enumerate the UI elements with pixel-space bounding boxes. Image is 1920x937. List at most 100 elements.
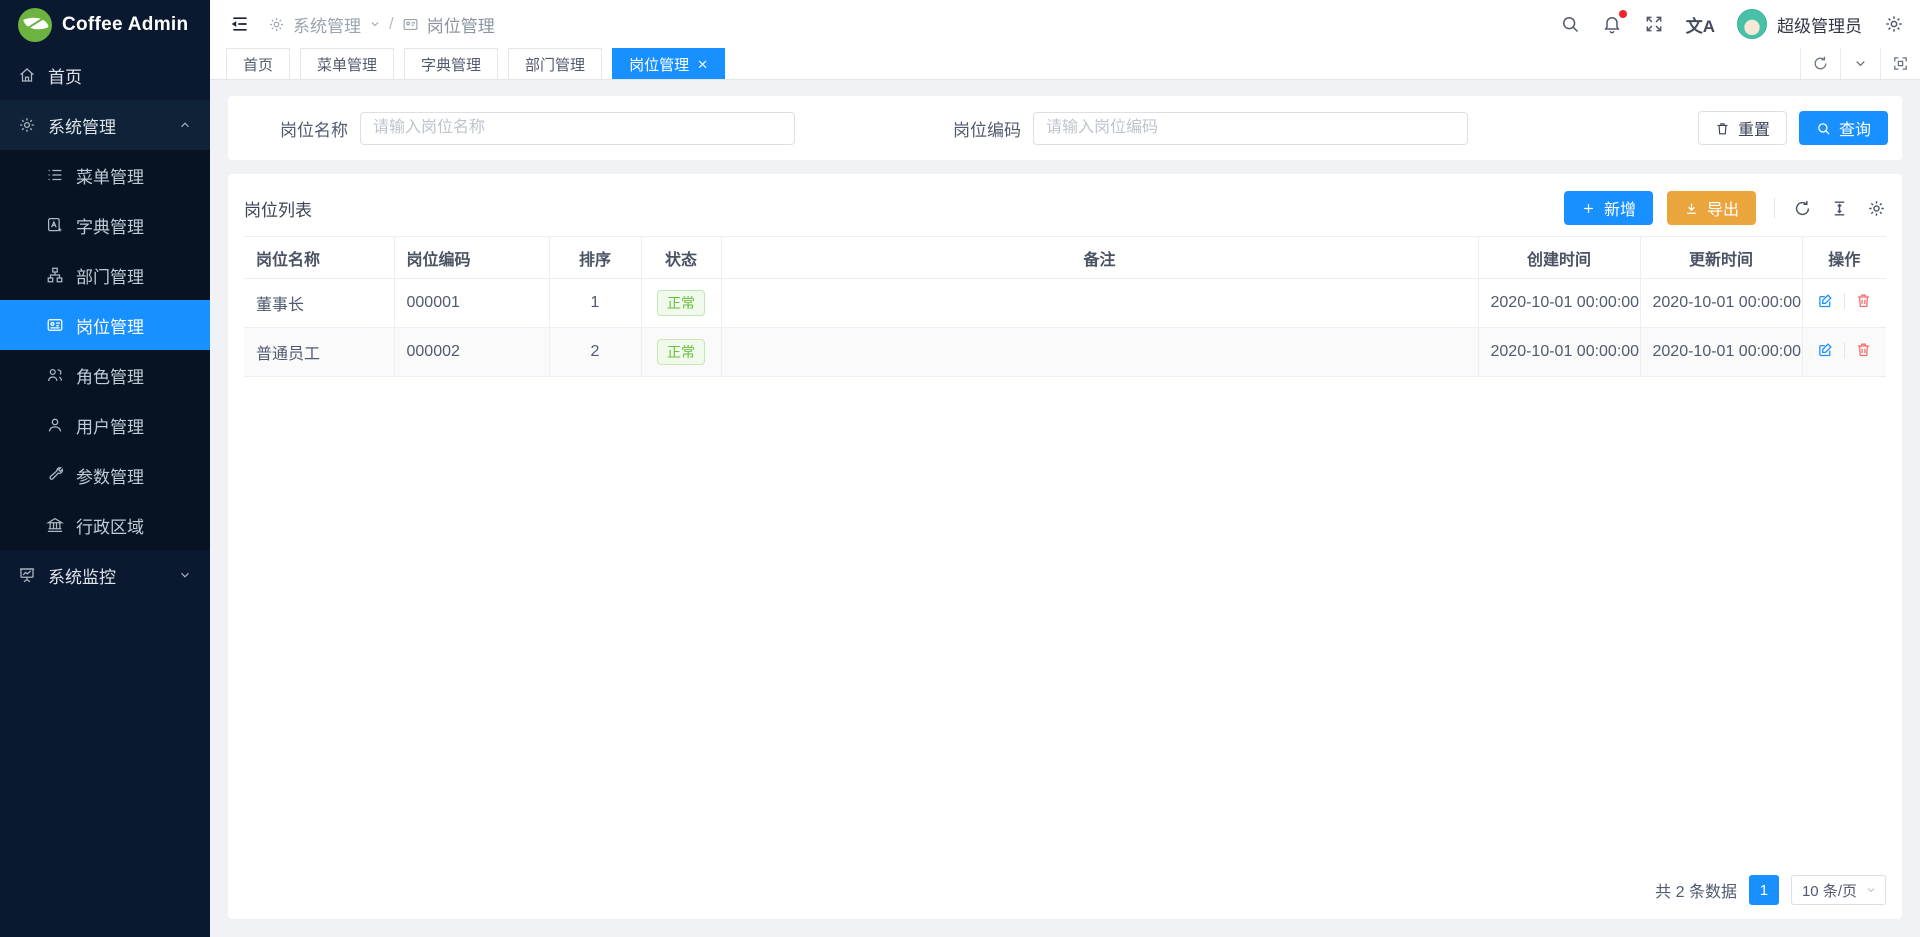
breadcrumb-parent[interactable]: 系统管理 <box>293 12 361 37</box>
sidebar-item-param-management[interactable]: 参数管理 <box>0 450 210 500</box>
app-logo[interactable]: Coffee Admin <box>0 0 210 50</box>
sidebar-item-label: 系统监控 <box>48 563 116 588</box>
search-icon[interactable] <box>1560 14 1580 34</box>
cell-created: 2020-10-01 00:00:00 <box>1478 279 1640 328</box>
cell-ops <box>1802 279 1886 328</box>
sidebar-item-post-management[interactable]: 岗位管理 <box>0 300 210 350</box>
col-post-name: 岗位名称 <box>244 237 394 279</box>
main-area: 系统管理 / 岗位管理 文A 超级管理员 <box>210 0 1920 937</box>
app-title: Coffee Admin <box>62 14 188 36</box>
tab-dept-management[interactable]: 部门管理 <box>508 48 602 79</box>
tag-tabs: 首页 菜单管理 字典管理 部门管理 岗位管理 ✕ <box>210 48 1800 79</box>
col-post-code: 岗位编码 <box>394 237 549 279</box>
cell-post-name: 董事长 <box>244 279 394 328</box>
sidebar-item-admin-region[interactable]: 行政区域 <box>0 500 210 550</box>
edit-icon[interactable] <box>1817 341 1834 358</box>
tab-dict-management[interactable]: 字典管理 <box>404 48 498 79</box>
trash-icon <box>1715 121 1730 136</box>
sidebar-item-label: 角色管理 <box>76 363 144 388</box>
chevron-down-icon <box>178 568 192 582</box>
sidebar-item-user-management[interactable]: 用户管理 <box>0 400 210 450</box>
cell-sort: 2 <box>549 328 641 377</box>
gear-icon <box>18 116 36 134</box>
language-switch-icon[interactable]: 文A <box>1686 12 1715 37</box>
column-settings-gear-icon[interactable] <box>1867 199 1886 218</box>
sidebar-item-menu-management[interactable]: 菜单管理 <box>0 150 210 200</box>
post-name-input[interactable] <box>360 112 795 145</box>
settings-gear-icon[interactable] <box>1884 14 1904 34</box>
cell-ops <box>1802 328 1886 377</box>
page-number-button[interactable]: 1 <box>1749 875 1779 905</box>
post-name-field: 岗位名称 <box>242 112 795 145</box>
fullscreen-icon[interactable] <box>1644 14 1664 34</box>
sidebar-item-dept-management[interactable]: 部门管理 <box>0 250 210 300</box>
content-maximize-icon[interactable] <box>1880 48 1920 79</box>
roles-icon <box>46 366 64 384</box>
row-height-icon[interactable] <box>1830 199 1849 218</box>
tabs-dropdown-chevron-icon[interactable] <box>1840 48 1880 79</box>
notification-bell-icon[interactable] <box>1602 14 1622 34</box>
pagination-total: 共 2 条数据 <box>1655 878 1737 902</box>
col-sort: 排序 <box>549 237 641 279</box>
add-button[interactable]: 新增 <box>1564 191 1653 225</box>
delete-icon[interactable] <box>1855 341 1872 358</box>
query-button[interactable]: 查询 <box>1799 111 1888 145</box>
sidebar-item-dict-management[interactable]: 字典管理 <box>0 200 210 250</box>
tab-close-icon[interactable]: ✕ <box>697 58 708 71</box>
tab-menu-management[interactable]: 菜单管理 <box>300 48 394 79</box>
tabs-refresh-icon[interactable] <box>1800 48 1840 79</box>
col-status: 状态 <box>641 237 721 279</box>
sidebar-item-label: 行政区域 <box>76 513 144 538</box>
sidebar-item-system-monitor[interactable]: 系统监控 <box>0 550 210 600</box>
system-management-submenu: 菜单管理 字典管理 部门管理 岗位管理 <box>0 150 210 550</box>
post-code-label: 岗位编码 <box>915 116 1033 141</box>
sidebar-item-label: 用户管理 <box>76 413 144 438</box>
cell-post-code: 000002 <box>394 328 549 377</box>
download-icon <box>1684 201 1699 216</box>
page-size-select[interactable]: 10 条/页 <box>1791 875 1886 905</box>
delete-icon[interactable] <box>1855 292 1872 309</box>
table-row: 普通员工 000002 2 正常 2020-10-01 00:00:00 202… <box>244 328 1886 377</box>
user-name: 超级管理员 <box>1777 12 1862 37</box>
sidebar-collapse-icon[interactable] <box>230 14 250 34</box>
sidebar-item-home[interactable]: 首页 <box>0 50 210 100</box>
col-created: 创建时间 <box>1478 237 1640 279</box>
post-code-input[interactable] <box>1033 112 1468 145</box>
header-actions: 文A 超级管理员 <box>1560 9 1904 39</box>
sidebar-item-label: 菜单管理 <box>76 163 144 188</box>
cell-remark <box>721 279 1478 328</box>
cell-updated: 2020-10-01 00:00:00 <box>1640 328 1802 377</box>
sidebar-item-role-management[interactable]: 角色管理 <box>0 350 210 400</box>
ops-divider <box>1844 342 1845 358</box>
edit-icon[interactable] <box>1817 292 1834 309</box>
reset-button[interactable]: 重置 <box>1698 111 1787 145</box>
cell-status: 正常 <box>641 279 721 328</box>
ops-divider <box>1844 293 1845 309</box>
menu-list-icon <box>46 166 64 184</box>
refresh-icon[interactable] <box>1793 199 1812 218</box>
plus-icon <box>1581 201 1596 216</box>
tab-home[interactable]: 首页 <box>226 48 290 79</box>
export-button[interactable]: 导出 <box>1667 191 1756 225</box>
cell-status: 正常 <box>641 328 721 377</box>
sidebar-menu: 首页 系统管理 菜单管理 字典管理 <box>0 50 210 937</box>
monitor-icon <box>18 566 36 584</box>
tab-post-management[interactable]: 岗位管理 ✕ <box>612 48 725 79</box>
post-code-field: 岗位编码 <box>915 112 1468 145</box>
tag-tabs-bar: 首页 菜单管理 字典管理 部门管理 岗位管理 ✕ <box>210 48 1920 80</box>
sidebar-item-label: 部门管理 <box>76 263 144 288</box>
sidebar-item-label: 系统管理 <box>48 113 116 138</box>
sidebar-item-label: 字典管理 <box>76 213 144 238</box>
user-icon <box>46 416 64 434</box>
card-title: 岗位列表 <box>244 196 312 221</box>
cell-updated: 2020-10-01 00:00:00 <box>1640 279 1802 328</box>
sidebar-item-label: 首页 <box>48 63 82 88</box>
user-menu[interactable]: 超级管理员 <box>1737 9 1862 39</box>
sidebar-item-system-management[interactable]: 系统管理 <box>0 100 210 150</box>
table-header-row: 岗位名称 岗位编码 排序 状态 备注 创建时间 更新时间 操作 <box>244 237 1886 279</box>
sidebar-item-label: 参数管理 <box>76 463 144 488</box>
search-icon <box>1816 121 1831 136</box>
bank-icon <box>46 516 64 534</box>
page-content: 岗位名称 岗位编码 重置 查询 <box>210 80 1920 937</box>
col-remark: 备注 <box>721 237 1478 279</box>
